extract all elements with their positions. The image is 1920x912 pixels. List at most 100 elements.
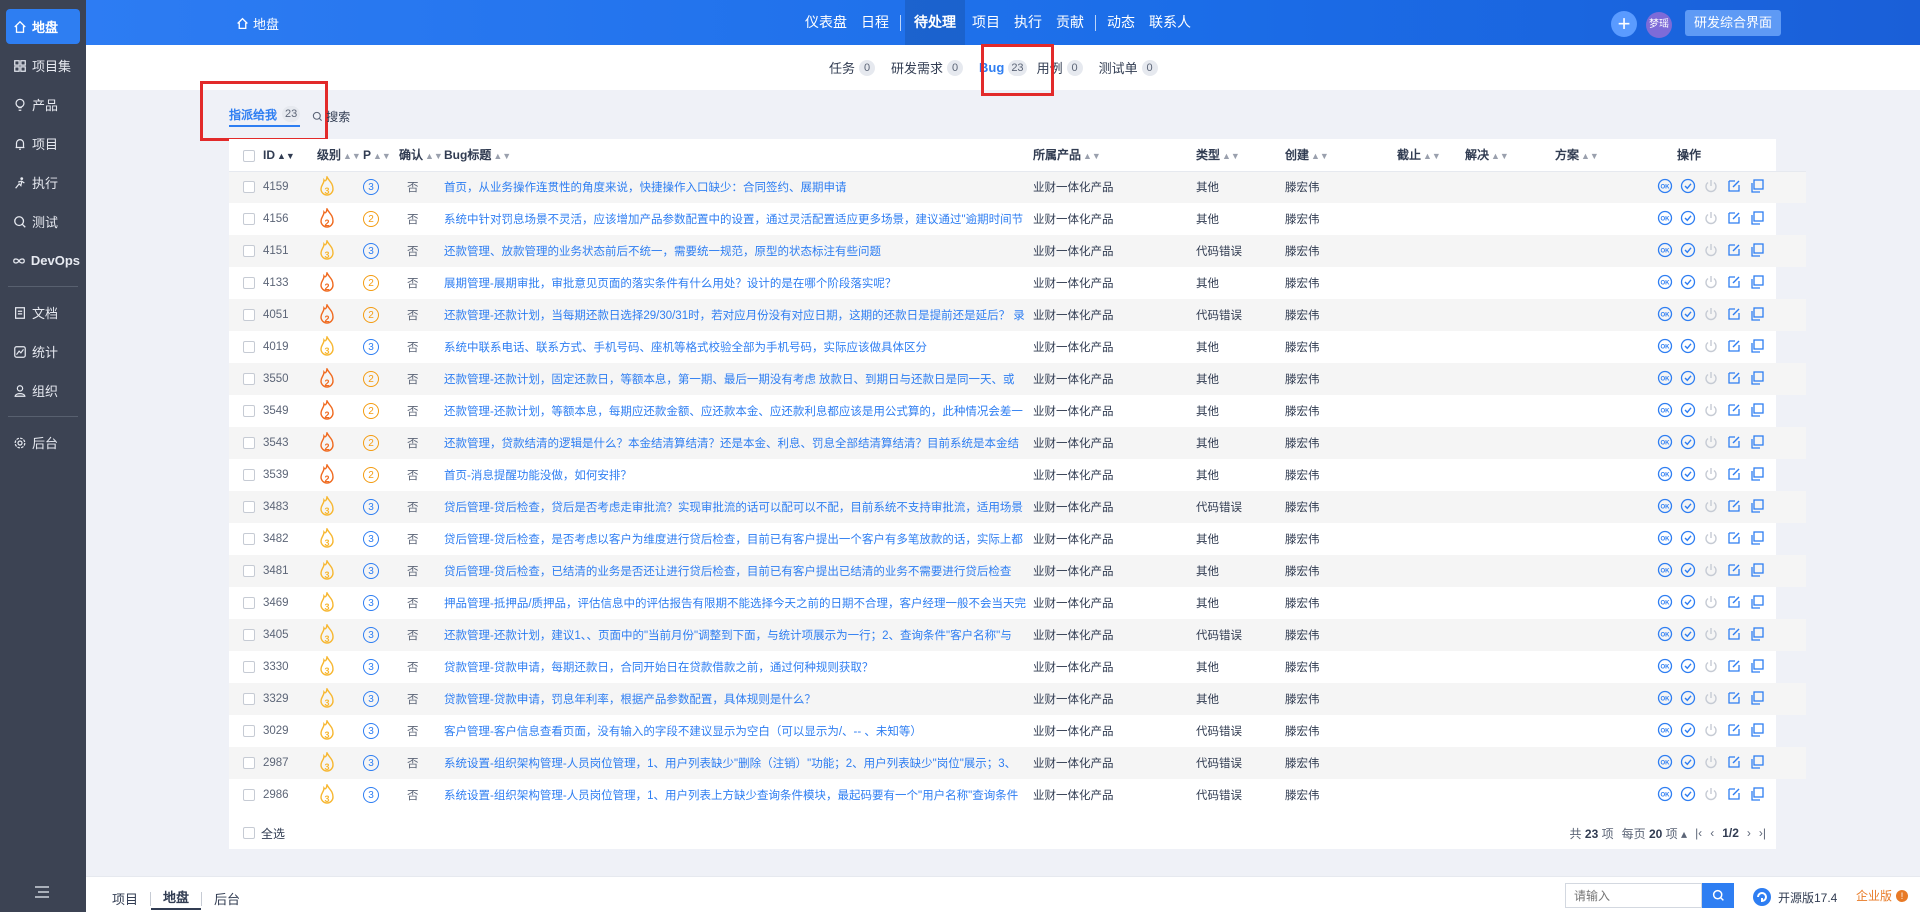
checkbox[interactable] — [243, 788, 255, 801]
edit-icon[interactable] — [1726, 466, 1742, 482]
table-row[interactable]: 3469 3 3 否 押品管理-抵押品/质押品，评估信息中的评估报告有限期不能选择今天之… — [229, 587, 1806, 619]
table-row[interactable]: 3482 3 3 否 贷后管理-贷后检查，是否考虑以客户为维度进行贷后检查，目前已有客户… — [229, 523, 1806, 555]
edit-icon[interactable] — [1726, 562, 1742, 578]
copy-icon[interactable] — [1749, 434, 1765, 450]
edit-icon[interactable] — [1726, 274, 1742, 290]
copy-icon[interactable] — [1749, 690, 1765, 706]
table-row[interactable]: 3329 3 3 否 贷款管理-贷款申请，罚息年利率，根据产品参数配置，具体规则是什么？… — [229, 683, 1806, 715]
checkbox[interactable] — [243, 564, 255, 577]
header-home-link[interactable]: 地盘 — [236, 14, 279, 33]
nav-contribute[interactable]: 贡献 — [1049, 0, 1091, 45]
table-row[interactable]: 3029 3 3 否 客户管理-客户信息查看页面，没有输入的字段不建议显示为空白（可以显… — [229, 715, 1806, 747]
resolve-check-icon[interactable] — [1680, 210, 1696, 226]
nav-calendar[interactable]: 日程 — [854, 0, 896, 45]
edit-icon[interactable] — [1726, 178, 1742, 194]
sidebar-item-execution[interactable]: 执行 — [6, 165, 80, 200]
row-checkbox-cell[interactable] — [229, 427, 263, 459]
avatar[interactable]: 梦瑶 — [1646, 12, 1672, 38]
bug-title-link[interactable]: 还款管理-还款计划，当每期还款日选择29/30/31时，若对应月份没有对应日期，… — [444, 310, 1025, 322]
checkbox[interactable] — [243, 276, 255, 289]
bug-title-link[interactable]: 贷款管理-贷款申请，罚息年利率，根据产品参数配置，具体规则是什么？ — [444, 694, 816, 706]
bug-title-link[interactable]: 贷款管理-贷款申请，每期还款日，合同开始日在贷款借款之前，通过何种规则获取？ — [444, 662, 873, 674]
copy-icon[interactable] — [1749, 722, 1765, 738]
bug-title-link[interactable]: 还款管理、放款管理的业务状态前后不统一，需要统一规范，原型的状态标注有些问题 — [444, 246, 881, 258]
table-row[interactable]: 4019 3 3 否 系统中联系电话、联系方式、手机号码、座机等格式校验全部为手机号码，… — [229, 331, 1806, 363]
edit-icon[interactable] — [1726, 754, 1742, 770]
resolve-check-icon[interactable] — [1680, 338, 1696, 354]
sidebar-item-bi[interactable]: 统计 — [6, 334, 80, 369]
sidebar-item-doc[interactable]: 文档 — [6, 295, 80, 330]
nav-project[interactable]: 项目 — [965, 0, 1007, 45]
sidebar-item-qa[interactable]: 测试 — [6, 204, 80, 239]
confirm-ok-icon[interactable]: OK — [1657, 562, 1673, 578]
row-checkbox-cell[interactable] — [229, 555, 263, 587]
confirm-ok-icon[interactable]: OK — [1657, 370, 1673, 386]
tab-assigned-to-me[interactable]: 指派给我 23 — [229, 106, 301, 127]
checkbox[interactable] — [243, 500, 255, 513]
sidebar-item-admin[interactable]: 后台 — [6, 425, 80, 460]
header-product[interactable]: 所属产品 ▲▼ — [1033, 139, 1196, 172]
edit-icon[interactable] — [1726, 626, 1742, 642]
edit-icon[interactable] — [1726, 690, 1742, 706]
row-checkbox-cell[interactable] — [229, 299, 263, 331]
bug-title-link[interactable]: 还款管理-还款计划，固定还款日，等额本息，第一期、最后一期没有考虑 放款日、到期… — [444, 374, 1015, 386]
nav-work[interactable]: 待处理 — [905, 0, 965, 45]
confirm-ok-icon[interactable]: OK — [1657, 722, 1673, 738]
resolve-check-icon[interactable] — [1680, 434, 1696, 450]
resolve-check-icon[interactable] — [1680, 722, 1696, 738]
resolve-check-icon[interactable] — [1680, 562, 1696, 578]
first-page-icon[interactable]: |‹ — [1695, 826, 1702, 840]
checkbox[interactable] — [243, 149, 255, 162]
bug-title-link[interactable]: 展期管理-展期审批，审批意见页面的落实条件有什么用处？设计的是在哪个阶段落实呢？ — [444, 278, 896, 290]
checkbox[interactable] — [243, 596, 255, 609]
header-resolver[interactable]: 解决 ▲▼ — [1465, 139, 1555, 172]
resolve-check-icon[interactable] — [1680, 178, 1696, 194]
confirm-ok-icon[interactable]: OK — [1657, 754, 1673, 770]
resolve-check-icon[interactable] — [1680, 786, 1696, 802]
resolve-check-icon[interactable] — [1680, 466, 1696, 482]
table-row[interactable]: 3549 2 2 否 还款管理-还款计划，等额本息，每期应还款金额、应还款本金、应还款利… — [229, 395, 1806, 427]
confirm-ok-icon[interactable]: OK — [1657, 402, 1673, 418]
confirm-ok-icon[interactable]: OK — [1657, 594, 1673, 610]
edit-icon[interactable] — [1726, 530, 1742, 546]
sidebar-item-product[interactable]: 产品 — [6, 87, 80, 122]
checkbox[interactable] — [243, 628, 255, 641]
copy-icon[interactable] — [1749, 370, 1765, 386]
subtab-task[interactable]: 任务 0 — [829, 58, 876, 77]
resolve-check-icon[interactable] — [1680, 402, 1696, 418]
edit-icon[interactable] — [1726, 338, 1742, 354]
table-row[interactable]: 3550 2 2 否 还款管理-还款计划，固定还款日，等额本息，第一期、最后一期没有考虑… — [229, 363, 1806, 395]
bug-title-link[interactable]: 客户管理-客户信息查看页面，没有输入的字段不建议显示为空白（可以显示为/、-- … — [444, 726, 922, 738]
create-plus-button[interactable]: + — [1611, 11, 1637, 37]
bug-title-link[interactable]: 贷后管理-贷后检查，已结清的业务是否还让进行贷后检查，目前已有客户提出已结清的业… — [444, 566, 1011, 578]
row-checkbox-cell[interactable] — [229, 779, 263, 811]
bug-title-link[interactable]: 首页-消息提醒功能没做，如何安排？ — [444, 470, 632, 482]
resolve-check-icon[interactable] — [1680, 306, 1696, 322]
bug-title-link[interactable]: 还款管理-还款计划，等额本息，每期应还款金额、应还款本金、应还款利息都应该是用公… — [444, 406, 1023, 418]
confirm-ok-icon[interactable]: OK — [1657, 274, 1673, 290]
copy-icon[interactable] — [1749, 658, 1765, 674]
menu-toggle-icon[interactable] — [34, 885, 50, 902]
subtab-testtask[interactable]: 测试单 0 — [1099, 58, 1158, 77]
edit-icon[interactable] — [1726, 722, 1742, 738]
table-row[interactable]: 4159 3 3 否 首页，从业务操作连贯性的角度来说，快捷操作入口缺少：合同签约、展期… — [229, 171, 1806, 203]
bug-title-link[interactable]: 系统设置-组织架构管理-人员岗位管理，1、用户列表缺少"删除（注销）"功能；2、… — [444, 758, 1016, 770]
checkbox[interactable] — [243, 532, 255, 545]
row-checkbox-cell[interactable] — [229, 491, 263, 523]
edit-icon[interactable] — [1726, 594, 1742, 610]
breadcrumb-item-current[interactable]: 地盘 — [151, 887, 202, 910]
confirm-ok-icon[interactable]: OK — [1657, 530, 1673, 546]
checkbox[interactable] — [243, 212, 255, 225]
sidebar-item-my[interactable]: 地盘 — [6, 9, 80, 44]
header-id[interactable]: ID ▲▼ — [263, 139, 317, 172]
checkbox[interactable] — [243, 340, 255, 353]
checkbox[interactable] — [243, 308, 255, 321]
search-toggle[interactable]: 搜索 — [312, 108, 350, 125]
edit-icon[interactable] — [1726, 658, 1742, 674]
bug-title-link[interactable]: 首页，从业务操作连贯性的角度来说，快捷操作入口缺少：合同签约、展期申请 — [444, 182, 847, 194]
row-checkbox-cell[interactable] — [229, 459, 263, 491]
subtab-story[interactable]: 研发需求 0 — [891, 58, 964, 77]
sidebar-item-project[interactable]: 项目 — [6, 126, 80, 161]
edit-icon[interactable] — [1726, 786, 1742, 802]
table-row[interactable]: 2986 3 3 否 系统设置-组织架构管理-人员岗位管理，1、用户列表上方缺少查询条件… — [229, 779, 1806, 811]
